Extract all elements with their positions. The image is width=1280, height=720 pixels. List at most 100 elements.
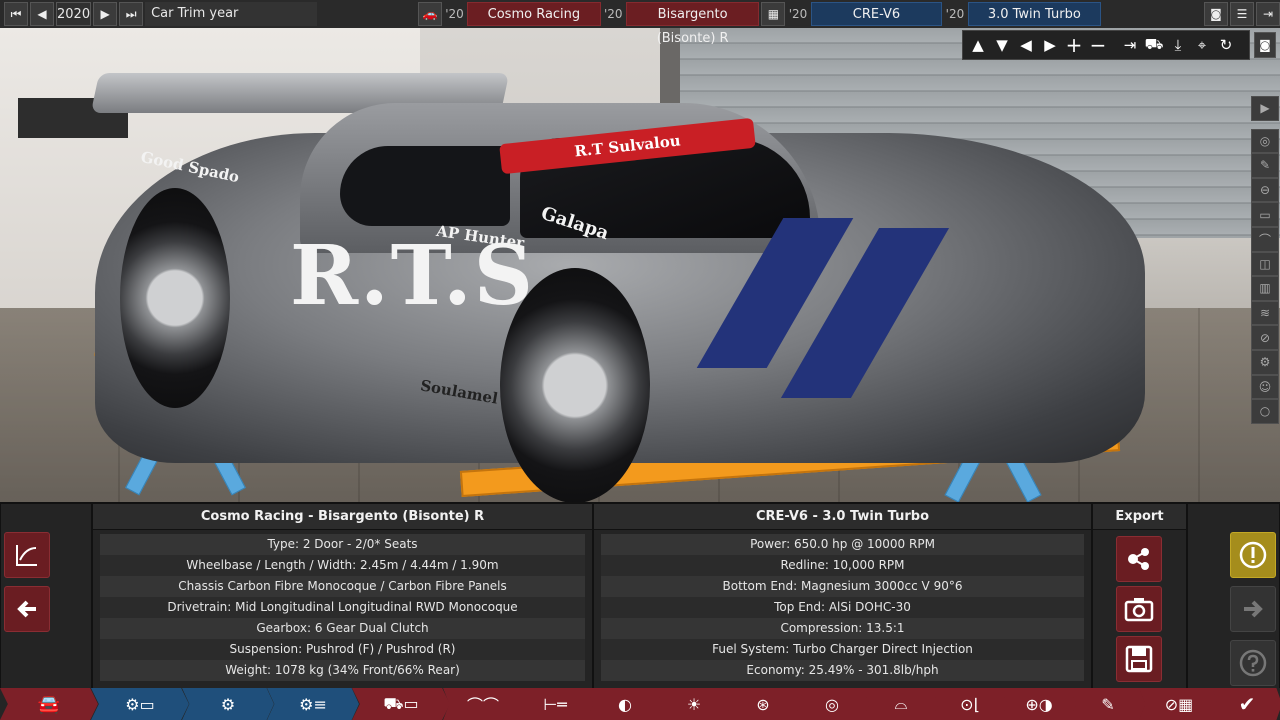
camera-right-button[interactable]: ▶ xyxy=(1039,34,1061,56)
view-front-button[interactable]: ⛟ xyxy=(1143,34,1165,56)
back-button[interactable] xyxy=(4,586,50,632)
viewport-3d[interactable]: R.T Sulvalou R.T.S Good Spado AP Hunter … xyxy=(0,28,1280,502)
engine-button[interactable]: ▦ xyxy=(761,2,786,26)
back-arrow-icon xyxy=(17,600,36,618)
export-photo-button[interactable] xyxy=(1116,586,1162,632)
camera-icon xyxy=(1124,598,1154,622)
zoom-in-button[interactable]: + xyxy=(1063,33,1085,57)
side-exhaust-button[interactable]: ≋ xyxy=(1251,300,1279,326)
engine-icon: ▦ xyxy=(767,7,780,21)
engine-family-field[interactable]: CRE-V6 xyxy=(810,2,943,26)
engine-icon: ⚙ xyxy=(220,694,236,714)
nav-wheels[interactable]: ⊛ xyxy=(725,688,801,720)
trim-year: '20 xyxy=(603,7,623,21)
model-family-field[interactable]: Cosmo Racing xyxy=(467,2,601,26)
exhaust-icon: ≋ xyxy=(1259,306,1271,321)
help-icon xyxy=(1239,649,1267,677)
nav-brakes[interactable]: ◎ xyxy=(794,688,870,720)
trim-name-field[interactable]: Bisargento (Bisonte) R xyxy=(625,2,760,46)
nav-chassis[interactable]: ⊢═ xyxy=(516,688,594,720)
nav-drivetrain[interactable]: ⊕◑ xyxy=(1001,688,1077,720)
side-driver-button[interactable]: ☺ xyxy=(1251,374,1279,400)
bottom-nav: 🚘 ⚙▭ ⚙ ⚙≡ ⛟▭ ⌒⌒ ⊢═ ◐ ☀ ⊛ ◎ ⌓ ⊙⌊ ⊕◑ ✎ ⊘▦ … xyxy=(0,688,1280,720)
arrow-right-icon xyxy=(1244,600,1263,618)
export-title: Export xyxy=(1093,504,1186,530)
camera-left-button[interactable]: ◀ xyxy=(1015,34,1037,56)
year-value[interactable]: 2020 xyxy=(56,2,92,26)
engine-variant-field[interactable]: 3.0 Twin Turbo xyxy=(967,2,1102,26)
nav-engine-family[interactable]: ⚙▭ xyxy=(91,688,189,720)
car-model-button[interactable]: 🚗 xyxy=(417,2,442,26)
screenshot-button[interactable]: ◙ xyxy=(1203,2,1228,26)
prev-year-button[interactable]: ◀ xyxy=(30,2,54,26)
nav-aero[interactable]: ⌓ xyxy=(863,688,939,720)
info-row: Type: 2 Door - 2/0* Seats xyxy=(100,534,585,555)
side-disable-button[interactable]: ⊘ xyxy=(1251,325,1279,350)
side-play-button[interactable]: ▶ xyxy=(1251,96,1279,121)
view-center-button[interactable]: ⌖ xyxy=(1191,34,1213,56)
next-button[interactable] xyxy=(1230,586,1276,632)
side-paint-button[interactable]: ✎ xyxy=(1251,153,1279,178)
camera-icon: ◙ xyxy=(1210,7,1222,21)
rear-wheel xyxy=(120,188,230,408)
side-wheel-button[interactable]: ◎ xyxy=(1251,128,1279,154)
save-button[interactable] xyxy=(1116,636,1162,682)
first-year-button[interactable]: ⏮ xyxy=(4,2,28,26)
nav-car-model[interactable]: 🚘 xyxy=(0,688,98,720)
side-toolbar: ▶ ◎ ✎ ⊖ ▭ ⌒ ◫ ▥ ≋ ⊘ ⚙ ☺ ○ xyxy=(1251,96,1279,424)
side-lights-button[interactable]: ◫ xyxy=(1251,251,1279,277)
zoom-out-button[interactable]: − xyxy=(1087,33,1109,57)
side-body-button[interactable]: ⌒ xyxy=(1251,226,1279,252)
test-icon: ⊘▦ xyxy=(1164,694,1194,714)
camera-controls: ▲ ▼ ◀ ▶ + − ⇥ ⛟ ⤓ ⌖ ↻ xyxy=(962,30,1250,60)
side-fixture-button[interactable]: ⊖ xyxy=(1251,177,1279,203)
warning-button[interactable] xyxy=(1230,532,1276,578)
help-button[interactable] xyxy=(1230,640,1276,686)
nav-engine-design[interactable]: ⚙ xyxy=(182,688,274,720)
view-ground-button[interactable]: ⤓ xyxy=(1167,34,1189,56)
menu-button[interactable]: ☰ xyxy=(1229,2,1254,26)
nav-body[interactable]: ⌒⌒ xyxy=(443,688,523,720)
engine-tune-icon: ⚙≡ xyxy=(299,694,327,714)
view-side-button[interactable]: ⇥ xyxy=(1119,34,1141,56)
trim-year-label: Car Trim year xyxy=(145,2,317,26)
nav-testing[interactable]: ⊘▦ xyxy=(1139,688,1219,720)
exit-button[interactable]: ⇥ xyxy=(1255,2,1280,26)
nav-paint[interactable]: ✎ xyxy=(1070,688,1146,720)
engine-folder-icon: ⚙▭ xyxy=(125,694,155,714)
car-front-icon: ⛟ xyxy=(1144,35,1164,53)
nav-fixtures[interactable]: ◐ xyxy=(587,688,663,720)
nav-suspension[interactable]: ⊙⌊ xyxy=(932,688,1008,720)
last-year-button[interactable]: ⏭ xyxy=(119,2,144,26)
prev-icon: ◀ xyxy=(37,7,47,21)
nav-interior[interactable]: ☀ xyxy=(656,688,732,720)
triangle-right-icon: ▶ xyxy=(1044,36,1056,54)
camera-up-button[interactable]: ▲ xyxy=(967,34,989,56)
side-circle-button[interactable]: ○ xyxy=(1251,399,1279,424)
engine-family-year: '20 xyxy=(788,7,808,21)
nav-trim[interactable]: ⛟▭ xyxy=(352,688,450,720)
share-button[interactable] xyxy=(1116,536,1162,582)
plus-icon: + xyxy=(1065,33,1083,57)
nav-engine-tuning[interactable]: ⚙≡ xyxy=(267,688,359,720)
steering-icon: ⊕◑ xyxy=(1025,694,1053,714)
chassis-icon: ⊢═ xyxy=(543,694,567,714)
next-year-button[interactable]: ▶ xyxy=(93,2,118,26)
side-settings-button[interactable]: ⚙ xyxy=(1251,349,1279,375)
car-icon: 🚘 xyxy=(37,693,61,715)
side-door-button[interactable]: ▭ xyxy=(1251,202,1279,227)
lights-icon: ◫ xyxy=(1259,256,1271,271)
info-row: Economy: 25.49% - 301.8lb/hph xyxy=(601,660,1084,681)
graph-button[interactable] xyxy=(4,532,50,578)
side-grille-button[interactable]: ▥ xyxy=(1251,276,1279,301)
fixtures-icon: ◐ xyxy=(618,694,632,714)
camera-snapshot-button[interactable]: ◙ xyxy=(1254,32,1276,58)
brake-icon: ◎ xyxy=(825,694,839,714)
car-info-title: Cosmo Racing - Bisargento (Bisonte) R xyxy=(93,504,592,530)
camera-down-button[interactable]: ▼ xyxy=(991,34,1013,56)
share-icon xyxy=(1128,548,1149,570)
save-icon xyxy=(1125,645,1153,673)
reset-view-button[interactable]: ↻ xyxy=(1215,34,1237,56)
wheel-icon: ◎ xyxy=(1259,133,1271,148)
nav-finish[interactable]: ✔ xyxy=(1212,688,1280,720)
